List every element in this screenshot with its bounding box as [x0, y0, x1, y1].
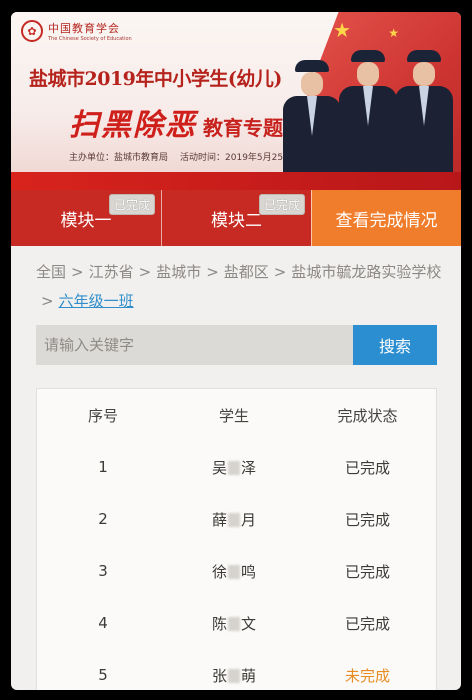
- society-logo: ✿ 中国教育学会 The Chinese Society of Educatio…: [21, 20, 132, 42]
- breadcrumb: 全国 > 江苏省 > 盐城市 > 盐都区 > 盐城市毓龙路实验学校> 六年级一班: [36, 258, 446, 316]
- student-table: 序号 学生 完成状态 1 吴泽 已完成 2 薛月 已完成 3 徐鸣 已完成 4 …: [36, 388, 437, 690]
- completion-status: 已完成: [344, 458, 390, 477]
- banner-subtitle: 扫黑除恶 教育专题: [69, 100, 283, 144]
- module-1-label: 模块一: [60, 210, 112, 231]
- table-header-row: 序号 学生 完成状态: [37, 389, 436, 441]
- society-name-en: The Chinese Society of Education: [48, 36, 132, 42]
- society-logo-icon: ✿: [21, 20, 43, 42]
- row-number: 5: [98, 666, 108, 684]
- completion-status: 已完成: [344, 614, 390, 633]
- student-name: 徐鸣: [211, 562, 257, 581]
- row-number: 4: [98, 614, 108, 632]
- banner-red-strip: [11, 172, 461, 190]
- redacted-char: [228, 668, 240, 683]
- breadcrumb-item-province[interactable]: 江苏省: [89, 263, 134, 281]
- table-row: 5 张萌 未完成: [37, 649, 436, 690]
- table-row: 1 吴泽 已完成: [37, 441, 436, 493]
- module-1-status-badge: 已完成: [108, 194, 155, 215]
- police-officers-illustration: [283, 36, 453, 190]
- search-button[interactable]: 搜索: [353, 325, 437, 365]
- breadcrumb-separator: >: [71, 263, 84, 281]
- breadcrumb-item-class[interactable]: 六年级一班: [59, 292, 134, 310]
- breadcrumb-item-city[interactable]: 盐城市: [156, 263, 201, 281]
- redacted-char: [228, 512, 240, 527]
- table-row: 2 薛月 已完成: [37, 493, 436, 545]
- banner-title: 盐城市2019年中小学生(幼儿): [29, 68, 282, 90]
- search-bar: 搜索: [36, 325, 437, 365]
- module-1-tab[interactable]: 模块一 已完成: [11, 190, 161, 246]
- student-name: 薛月: [211, 510, 257, 529]
- table-row: 3 徐鸣 已完成: [37, 545, 436, 597]
- completion-status: 已完成: [344, 510, 390, 529]
- completion-status: 已完成: [344, 562, 390, 581]
- col-header-status: 完成状态: [337, 406, 398, 425]
- banner-host: 主办单位：盐城市教育局: [69, 153, 169, 163]
- redacted-char: [228, 616, 240, 631]
- breadcrumb-item-district[interactable]: 盐都区: [224, 263, 269, 281]
- row-number: 3: [98, 562, 108, 580]
- module-2-status-badge: 已完成: [258, 194, 305, 215]
- row-number: 2: [98, 510, 108, 528]
- completion-status: 未完成: [344, 666, 390, 685]
- col-header-number: 序号: [87, 406, 118, 425]
- module-2-label: 模块二: [211, 210, 262, 231]
- module-bar: 模块一 已完成 模块二 已完成 查看完成情况: [11, 190, 461, 246]
- breadcrumb-separator: >: [138, 263, 152, 281]
- breadcrumb-separator: >: [206, 263, 219, 281]
- table-row: 4 陈文 已完成: [37, 597, 436, 649]
- search-input[interactable]: [36, 325, 353, 365]
- banner: ★ ★ ✿ 中国教育学会 The Chinese Society of Educ…: [11, 12, 461, 190]
- banner-subtitle-main: 扫黑除恶: [69, 108, 197, 143]
- society-name: 中国教育学会: [48, 22, 120, 35]
- module-2-tab[interactable]: 模块二 已完成: [161, 190, 311, 246]
- row-number: 1: [98, 458, 108, 476]
- banner-subtitle-topic: 教育专题: [203, 116, 283, 140]
- breadcrumb-item-school[interactable]: 盐城市毓龙路实验学校: [291, 263, 441, 281]
- student-name: 吴泽: [211, 458, 257, 477]
- student-name: 陈文: [211, 614, 257, 633]
- student-name: 张萌: [211, 666, 257, 685]
- view-completion-button[interactable]: 查看完成情况: [311, 190, 461, 246]
- col-header-student: 学生: [218, 406, 249, 425]
- breadcrumb-separator: >: [273, 263, 287, 281]
- breadcrumb-separator: >: [41, 292, 54, 310]
- redacted-char: [228, 564, 240, 579]
- page-frame: ★ ★ ✿ 中国教育学会 The Chinese Society of Educ…: [11, 12, 461, 690]
- breadcrumb-item-country[interactable]: 全国: [36, 263, 66, 281]
- redacted-char: [228, 460, 240, 475]
